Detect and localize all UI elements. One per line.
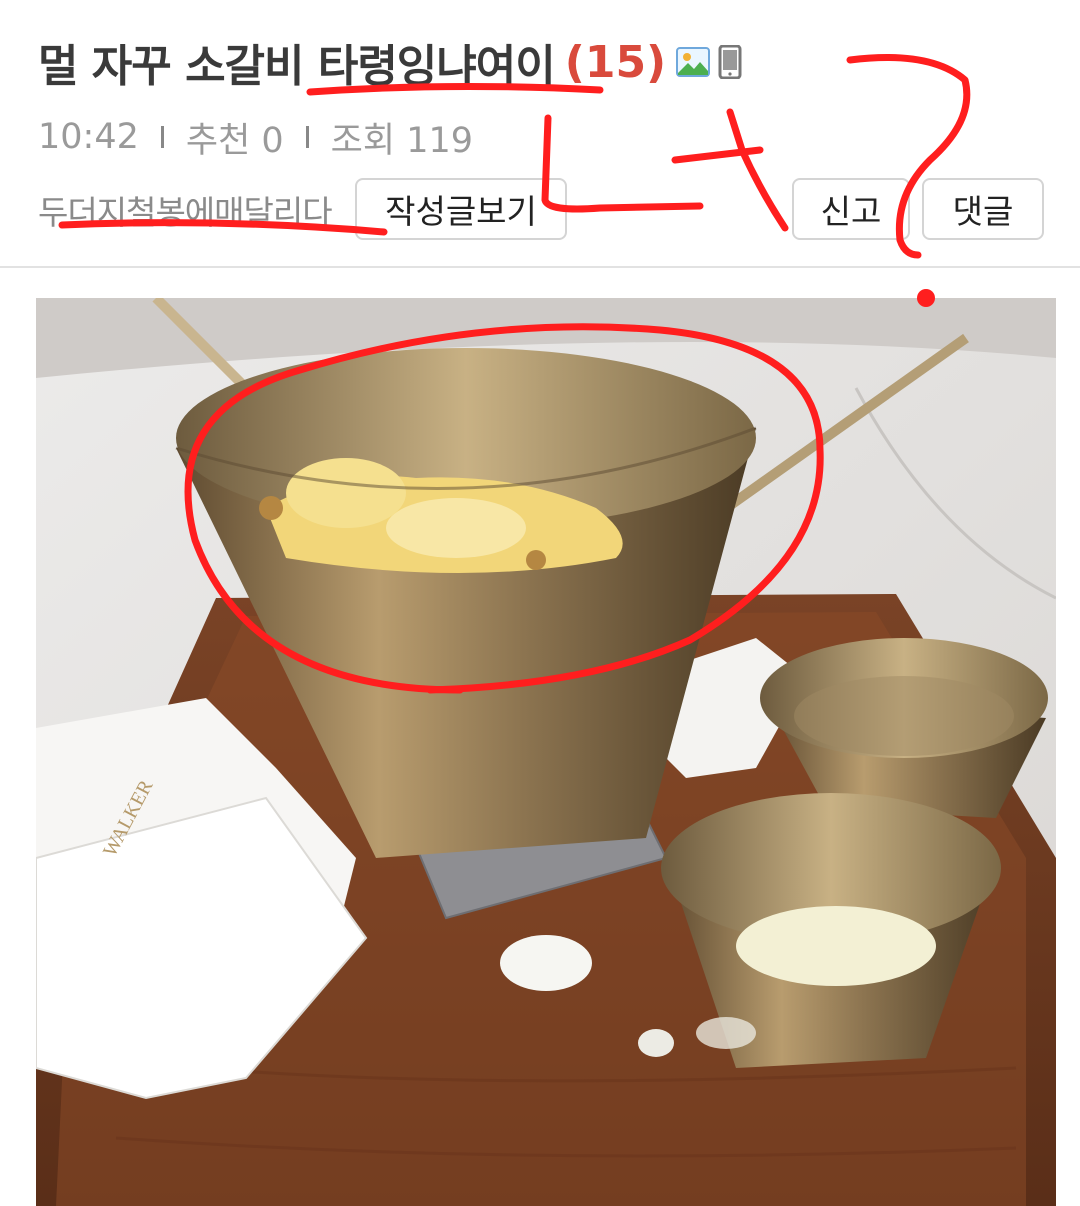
comment-button[interactable]: 댓글 xyxy=(922,178,1044,240)
header-divider xyxy=(0,266,1080,268)
author-name[interactable]: 두더지철봉에매달리다 xyxy=(38,186,333,234)
report-button[interactable]: 신고 xyxy=(792,178,910,240)
view-count: 조회 119 xyxy=(330,120,474,161)
meta-divider xyxy=(305,126,309,148)
mobile-icon xyxy=(718,45,742,79)
post-photo[interactable]: WALKER xyxy=(36,298,1056,1206)
title-row: 멀 자꾸 소갈비 타령잉냐여이 (15) xyxy=(38,30,742,94)
image-icon xyxy=(676,47,711,77)
post-header: 멀 자꾸 소갈비 타령잉냐여이 (15) 10:42 추천 0 조회 119 두… xyxy=(0,0,1080,268)
recommend-count: 추천 0 xyxy=(185,120,284,161)
post-time: 10:42 xyxy=(38,117,139,157)
comment-count[interactable]: (15) xyxy=(565,37,666,88)
author-row: 두더지철봉에매달리다 xyxy=(38,178,333,242)
meta-divider xyxy=(160,126,164,148)
photo-illustration: WALKER xyxy=(36,298,1056,1206)
post-meta: 10:42 추천 0 조회 119 xyxy=(38,112,473,162)
post-title[interactable]: 멀 자꾸 소갈비 타령잉냐여이 xyxy=(38,30,556,94)
view-posts-button[interactable]: 작성글보기 xyxy=(355,178,567,240)
